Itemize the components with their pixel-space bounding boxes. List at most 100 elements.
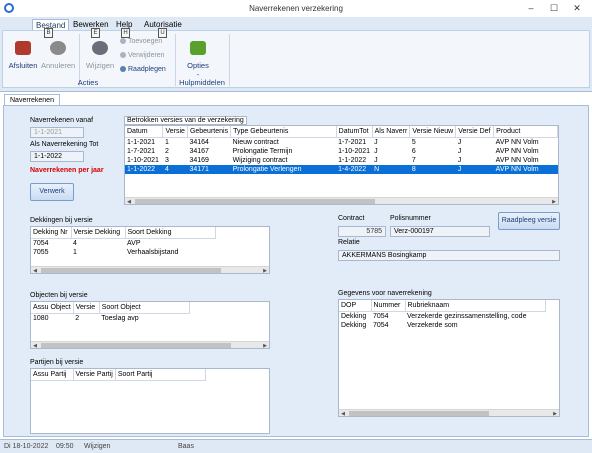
keytip-b: B [44,28,53,38]
scrollbar-thumb[interactable] [41,343,231,348]
column-header[interactable]: Assu Partij [31,369,74,381]
table-cell: 1-1-2021 [127,138,156,146]
scrollbar-thumb[interactable] [349,411,489,416]
column-header[interactable]: Gebeurtenis [187,126,232,138]
column-header[interactable]: Versie Dekking [71,227,126,239]
table-cell: Verhaalsbijstand [127,248,179,256]
view-icon [120,66,126,72]
polis-label: Polisnummer [390,215,431,222]
column-header[interactable]: Als Naverr [372,126,411,138]
vanaf-label: Naverrekenen vanaf [30,117,94,124]
dekkingen-title: Dekkingen bij versie [30,217,93,224]
polis-field[interactable]: Verz-000197 [390,226,490,237]
table-cell: Toeslag avp [101,314,139,322]
raadplegen-button[interactable]: Raadplegen [120,64,166,75]
versies-scrollbar[interactable]: ◀ ▶ [125,197,558,204]
verwijderen-button[interactable]: Verwijderen [120,50,165,61]
column-header[interactable]: Versie Def [455,126,495,138]
opties-button[interactable]: Opties - [181,41,215,79]
versies-table: Datum Versie Gebeurtenis Type Gebeurtenis Da… [125,126,558,174]
table-cell: 34164 [189,138,209,146]
column-header[interactable]: Versie [73,302,100,314]
maximize-button[interactable]: ☐ [543,1,565,15]
table-row[interactable]: 7055 1 Verhaalsbijstand [31,248,215,257]
table-row[interactable]: Dekking 7054 Verzekerde gezinssamenstellin… [339,311,545,321]
scroll-right-icon[interactable]: ▶ [551,410,559,416]
window-title: Naverrekenen verzekering [249,4,343,13]
exit-icon [15,41,31,55]
table-cell: 34171 [187,164,231,174]
column-header[interactable]: Soort Object [99,302,190,314]
objecten-scrollbar[interactable]: ◀ ▶ [31,341,269,348]
column-header[interactable]: Soort Dekking [125,227,216,239]
keytip-u: U [158,28,167,38]
wijzigen-button[interactable]: Wijzigen [83,41,117,70]
scrollbar-thumb[interactable] [135,199,375,204]
raadpleeg-versie-button[interactable]: Raadpleeg versie [498,212,560,230]
scroll-left-icon[interactable]: ◀ [31,267,39,273]
minimize-button[interactable]: – [520,1,542,15]
table-row[interactable]: 1-1-2022 4 34171 Prolongatie Verlengen 1-4-2… [125,164,558,174]
versies-grid: Datum Versie Gebeurtenis Type Gebeurtenis Da… [124,125,559,205]
status-time: 09:50 [56,443,74,450]
scroll-right-icon[interactable]: ▶ [261,342,269,348]
table-cell: 6 [411,147,416,155]
scroll-left-icon[interactable]: ◀ [125,198,133,204]
column-header[interactable]: Product [493,126,558,138]
relatie-field[interactable]: AKKERMANS Bosingkamp [338,250,560,261]
tab-naverrekenen[interactable]: Naverrekenen [4,94,60,105]
partijen-title: Partijen bij versie [30,359,84,366]
table-row[interactable]: 7054 4 AVP [31,238,215,248]
keytip-e: E [91,28,100,38]
table-row[interactable]: 1-10-2021 3 34169 Wijziging contract 1-1-202… [125,156,558,165]
column-header[interactable]: Dekking Nr [31,227,72,239]
raadplegen-label: Raadplegen [128,66,166,73]
add-icon [120,38,126,44]
dekkingen-scrollbar[interactable]: ◀ ▶ [31,266,269,273]
partijen-table: Assu Partij Versie Partij Soort Partij [31,369,206,381]
table-row[interactable]: 1080 2 Toeslag avp [31,313,189,323]
table-row[interactable]: 1-1-2021 1 34164 Nieuw contract 1-7-2021 J 5 J A… [125,137,558,147]
column-header[interactable]: Versie [162,126,188,138]
column-header[interactable]: Versie Partij [73,369,116,381]
annuleren-button[interactable]: Annuleren [41,41,75,70]
scroll-left-icon[interactable]: ◀ [31,342,39,348]
ribbon-panel: Afsluiten Annuleren Wijzigen Toevoegen V… [2,30,590,88]
table-row[interactable]: 1-7-2021 2 34167 Prolongatie Termijn 1-10-20… [125,147,558,156]
per-jaar-label: Naverrekenen per jaar [30,167,104,174]
column-header[interactable]: Assu Object [31,302,74,314]
verwerk-button[interactable]: Verwerk [30,183,74,201]
ribbon: Bestand Bewerken Help Autorisatie Afslui… [0,17,592,92]
column-header[interactable]: Rubrieknaam [405,300,546,312]
table-cell: 1-10-2021 [338,147,371,155]
scroll-left-icon[interactable]: ◀ [339,410,347,416]
annuleren-label: Annuleren [41,61,76,70]
table-cell: Prolongatie Verlengen [230,164,337,174]
column-header[interactable]: DOP [339,300,372,312]
column-header[interactable]: Datum [125,126,164,138]
afsluiten-button[interactable]: Afsluiten [6,41,40,70]
tot-field[interactable]: 1-1-2022 [30,151,84,162]
column-header[interactable]: DatumTot [336,126,373,138]
column-header[interactable]: Type Gebeurtenis [230,126,337,138]
scroll-right-icon[interactable]: ▶ [261,267,269,273]
ribbon-separator [229,34,230,86]
opties-label: Opties [187,61,209,70]
contract-field[interactable]: 5785 [338,226,386,237]
contract-label: Contract [338,215,365,222]
scrollbar-thumb[interactable] [41,268,221,273]
column-header[interactable]: Versie Nieuw [409,126,457,138]
vanaf-field[interactable]: 1-1-2021 [30,127,84,138]
table-cell: AVP [127,239,141,247]
close-button[interactable]: ✕ [566,1,588,15]
scroll-right-icon[interactable]: ▶ [550,198,558,204]
relatie-label: Relatie [338,239,360,246]
table-cell: AVP NN Volm [495,138,539,146]
table-cell: 1 [73,248,77,256]
table-row[interactable]: Dekking 7054 Verzekerde som [339,321,545,330]
table-cell: 3 [164,156,169,164]
column-header[interactable]: Nummer [371,300,406,312]
gegevens-scrollbar[interactable]: ◀ ▶ [339,409,559,416]
cancel-icon [50,41,66,55]
column-header[interactable]: Soort Partij [115,369,206,381]
